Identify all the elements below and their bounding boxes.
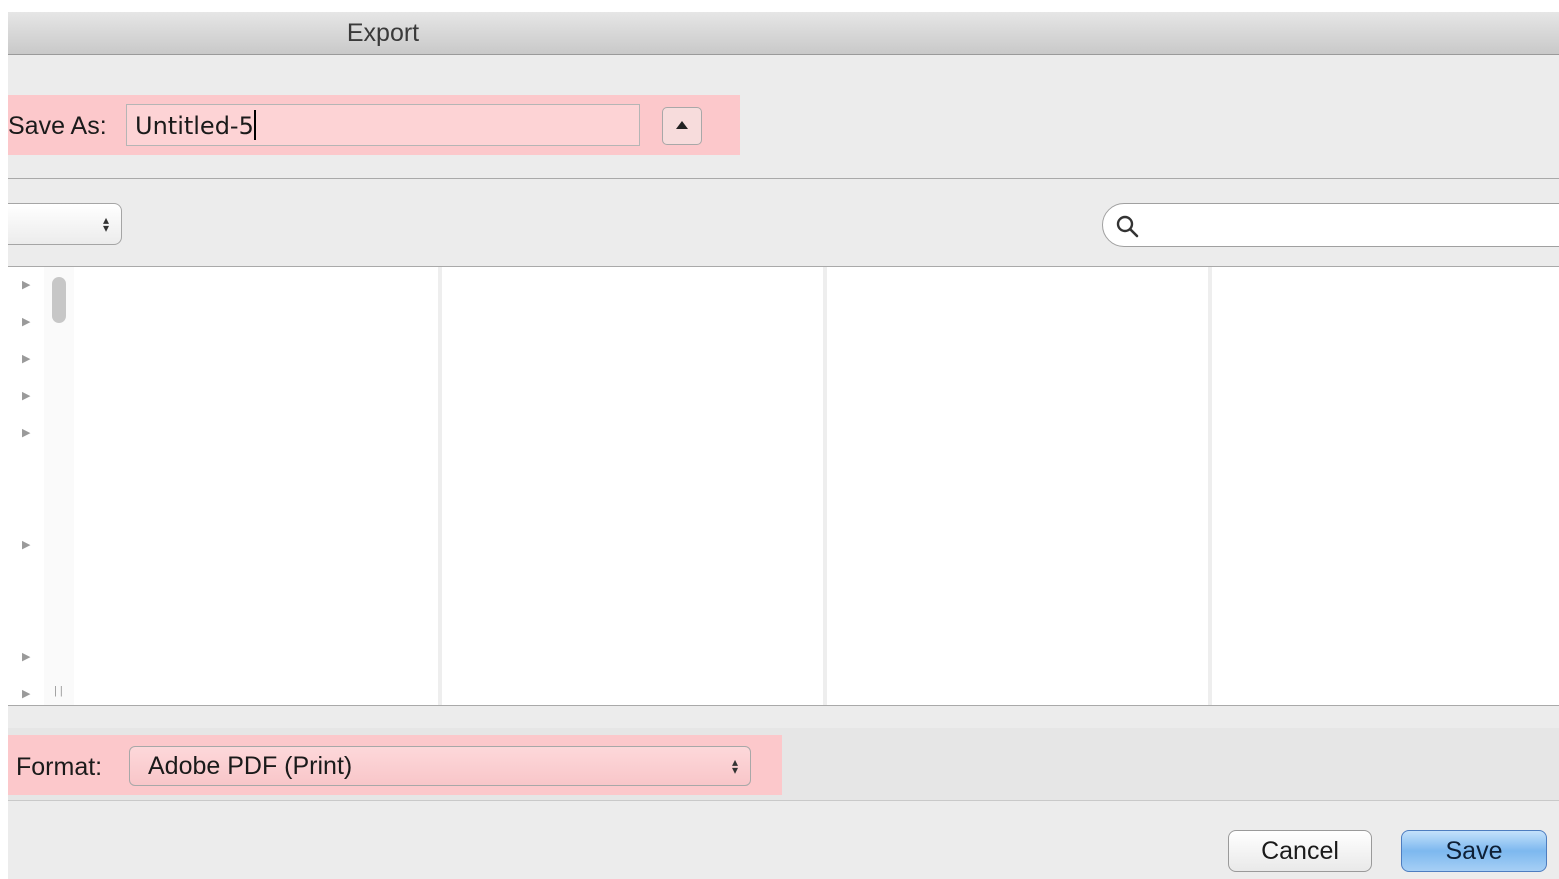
save-button[interactable]: Save bbox=[1401, 830, 1547, 872]
format-label: Format: bbox=[16, 753, 103, 781]
text-caret bbox=[253, 110, 256, 140]
triangle-up-icon bbox=[676, 121, 688, 129]
disclosure-triangle-icon[interactable]: ▶ bbox=[22, 353, 30, 365]
title-bar[interactable]: Export bbox=[8, 12, 1559, 55]
browser-column[interactable] bbox=[827, 267, 1207, 705]
disclosure-triangle-icon[interactable]: ▶ bbox=[22, 390, 30, 402]
disclosure-triangle-icon[interactable]: ▶ bbox=[22, 539, 30, 551]
divider bbox=[8, 178, 1559, 179]
browser-column[interactable] bbox=[74, 267, 438, 705]
sidebar: ▶ ▶ ▶ ▶ ▶ ▶ ▶ ▶ bbox=[8, 267, 45, 705]
disclosure-triangle-icon[interactable]: ▶ bbox=[22, 688, 30, 700]
divider bbox=[8, 800, 1559, 801]
sidebar-scrollbar[interactable]: | | bbox=[44, 267, 74, 705]
resize-grip-icon[interactable]: | | bbox=[54, 685, 63, 697]
disclosure-triangle-icon[interactable]: ▶ bbox=[22, 651, 30, 663]
export-dialog: Export Save As: Untitled-5 ▴ ▾ ▶ ▶ ▶ ▶ ▶ … bbox=[8, 12, 1559, 879]
save-as-label: Save As: bbox=[8, 112, 107, 140]
file-browser: ▶ ▶ ▶ ▶ ▶ ▶ ▶ ▶ | | bbox=[8, 267, 1559, 705]
up-down-arrows-icon: ▴ ▾ bbox=[102, 213, 109, 235]
expand-dialog-button[interactable] bbox=[662, 107, 702, 145]
location-popup[interactable]: ▴ ▾ bbox=[8, 203, 122, 245]
disclosure-triangle-icon[interactable]: ▶ bbox=[22, 427, 30, 439]
search-field[interactable] bbox=[1102, 203, 1559, 247]
disclosure-triangle-icon[interactable]: ▶ bbox=[22, 279, 30, 291]
save-as-value: Untitled-5 bbox=[135, 112, 254, 140]
window-title: Export bbox=[346, 19, 420, 47]
disclosure-triangle-icon[interactable]: ▶ bbox=[22, 316, 30, 328]
browser-column[interactable] bbox=[1212, 267, 1559, 705]
format-popup[interactable]: Adobe PDF (Print) ▴ ▾ bbox=[129, 746, 751, 786]
save-as-input[interactable]: Untitled-5 bbox=[126, 104, 640, 146]
cancel-button[interactable]: Cancel bbox=[1228, 830, 1372, 872]
browser-column[interactable] bbox=[442, 267, 822, 705]
up-down-arrows-icon: ▴ ▾ bbox=[731, 755, 738, 777]
divider bbox=[8, 705, 1559, 706]
scroll-thumb[interactable] bbox=[52, 277, 66, 323]
format-value: Adobe PDF (Print) bbox=[148, 752, 353, 780]
search-icon bbox=[1116, 215, 1139, 238]
